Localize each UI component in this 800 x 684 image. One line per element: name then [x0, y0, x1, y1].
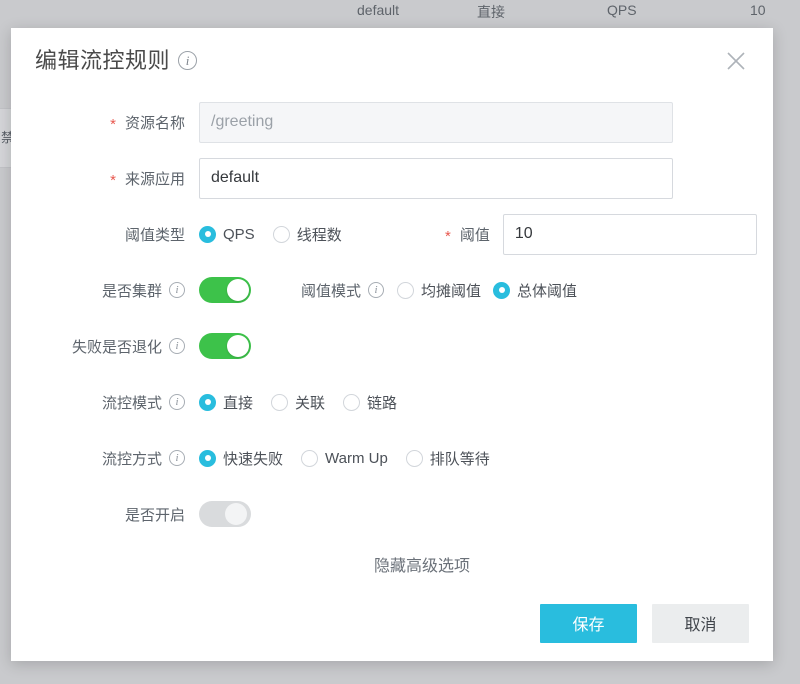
label-threshold-mode: 阈值模式 i: [301, 280, 385, 301]
radio-label: 直接: [223, 394, 254, 412]
threshold-value-group: * 阈值: [445, 213, 757, 255]
radio-flow-strategy-warm-up[interactable]: Warm Up: [301, 449, 388, 467]
row-resource-name: * 资源名称: [11, 100, 773, 144]
radio-dot-icon: [271, 393, 289, 411]
row-source-app: * 来源应用: [11, 156, 773, 200]
threshold-mode-group: 阈值模式 i 均摊阈值 总体阈值: [301, 280, 577, 301]
radio-label: 均摊阈值: [421, 282, 482, 300]
resource-name-input[interactable]: [199, 101, 673, 143]
label-is-cluster: 是否集群 i: [11, 280, 199, 301]
radio-threshold-type-thread[interactable]: 线程数: [272, 224, 342, 245]
label-text: 失败是否退化: [71, 338, 162, 356]
radio-threshold-mode-average[interactable]: 均摊阈值: [397, 280, 481, 301]
radio-dot-icon: [493, 281, 511, 299]
radio-dot-icon: [405, 449, 423, 467]
radio-dot-icon: [343, 393, 361, 411]
label-text: 来源应用: [124, 170, 185, 188]
info-circle-icon[interactable]: i: [169, 450, 185, 466]
row-threshold-type: 阈值类型 QPS 线程数 * 阈值: [11, 212, 773, 256]
label-resource-name: * 资源名称: [11, 112, 199, 133]
radio-label: 关联: [295, 394, 326, 412]
label-text: 是否集群: [101, 282, 162, 300]
row-is-cluster: 是否集群 i 阈值模式 i 均摊阈值 总体阈值: [11, 268, 773, 312]
required-marker: *: [110, 115, 116, 133]
radio-dot-icon: [199, 393, 216, 411]
background-table-row: default 直接 QPS 10: [0, 0, 800, 22]
label-is-enabled: 是否开启: [11, 504, 199, 525]
radio-label: QPS: [223, 225, 255, 243]
dialog-header: 编辑流控规则 i: [11, 28, 773, 90]
dialog-title: 编辑流控规则: [35, 48, 171, 73]
radio-flow-strategy-fail-fast[interactable]: 快速失败: [199, 448, 283, 469]
label-threshold-value: * 阈值: [445, 224, 490, 245]
radio-label: 链路: [367, 394, 398, 412]
flow-strategy-radio-group: 快速失败 Warm Up 排队等待: [199, 448, 490, 469]
label-fail-degrade: 失败是否退化 i: [11, 336, 199, 357]
radio-threshold-type-qps[interactable]: QPS: [199, 225, 255, 243]
threshold-value-input[interactable]: [502, 213, 757, 255]
label-text: 资源名称: [124, 114, 185, 132]
required-marker: *: [110, 171, 116, 189]
threshold-type-radio-group: QPS 线程数: [199, 224, 342, 245]
toggle-knob: [227, 279, 249, 301]
fail-degrade-toggle[interactable]: [199, 333, 251, 359]
radio-dot-icon: [199, 449, 216, 467]
is-cluster-toggle[interactable]: [199, 277, 251, 303]
source-app-input[interactable]: [199, 157, 673, 199]
dialog-footer: 保存 取消: [11, 585, 773, 661]
radio-dot-icon: [199, 225, 216, 243]
radio-flow-mode-chain[interactable]: 链路: [343, 392, 397, 413]
threshold-mode-radio-group: 均摊阈值 总体阈值: [397, 280, 577, 301]
radio-label: 排队等待: [429, 450, 490, 468]
label-text: 阈值模式: [301, 282, 362, 300]
label-threshold-type: 阈值类型: [11, 224, 199, 245]
label-flow-strategy: 流控方式 i: [11, 448, 199, 469]
label-flow-mode: 流控模式 i: [11, 392, 199, 413]
background-cell-type: QPS: [607, 2, 637, 18]
flow-mode-radio-group: 直接 关联 链路: [199, 392, 397, 413]
radio-label: 线程数: [296, 226, 342, 244]
label-text: 流控模式: [101, 394, 162, 412]
row-flow-mode: 流控模式 i 直接 关联 链路: [11, 380, 773, 424]
row-fail-degrade: 失败是否退化 i: [11, 324, 773, 368]
radio-label: 总体阈值: [517, 282, 578, 300]
label-text: 是否开启: [124, 506, 185, 524]
label-source-app: * 来源应用: [11, 168, 199, 189]
background-cell-app: default: [357, 2, 400, 18]
radio-flow-strategy-queue[interactable]: 排队等待: [405, 448, 490, 469]
label-text: 流控方式: [101, 450, 162, 468]
toggle-knob: [225, 503, 247, 525]
radio-label: Warm Up: [325, 449, 388, 467]
close-icon[interactable]: [721, 46, 751, 76]
info-circle-icon[interactable]: i: [169, 282, 185, 298]
radio-flow-mode-associated[interactable]: 关联: [271, 392, 325, 413]
info-circle-icon[interactable]: i: [368, 282, 385, 298]
background-cell-mode: 直接: [477, 4, 505, 20]
save-button[interactable]: 保存: [540, 603, 637, 643]
radio-label: 快速失败: [223, 450, 284, 468]
cancel-button[interactable]: 取消: [652, 603, 749, 643]
radio-threshold-mode-total[interactable]: 总体阈值: [493, 280, 577, 301]
background-left-strip: 禁: [0, 108, 11, 168]
edit-flow-rule-dialog: 编辑流控规则 i * 资源名称 * 来源应用: [11, 28, 773, 661]
row-is-enabled: 是否开启: [11, 492, 773, 536]
toggle-knob: [227, 335, 249, 357]
info-circle-icon[interactable]: i: [178, 50, 198, 70]
info-circle-icon[interactable]: i: [169, 394, 185, 410]
is-enabled-toggle[interactable]: [199, 501, 251, 527]
radio-dot-icon: [301, 449, 319, 467]
flow-rule-form: * 资源名称 * 来源应用 阈值类型 QPS: [11, 90, 773, 576]
toggle-advanced-options-link[interactable]: 隐藏高级选项: [11, 552, 773, 576]
radio-flow-mode-direct[interactable]: 直接: [199, 392, 253, 413]
required-marker: *: [445, 227, 451, 245]
row-flow-strategy: 流控方式 i 快速失败 Warm Up 排队等待: [11, 436, 773, 480]
label-text: 阈值: [459, 226, 490, 244]
radio-dot-icon: [272, 225, 290, 243]
background-cell-threshold: 10: [750, 2, 766, 18]
label-text: 阈值类型: [124, 226, 185, 244]
info-circle-icon[interactable]: i: [169, 338, 185, 354]
radio-dot-icon: [397, 281, 415, 299]
